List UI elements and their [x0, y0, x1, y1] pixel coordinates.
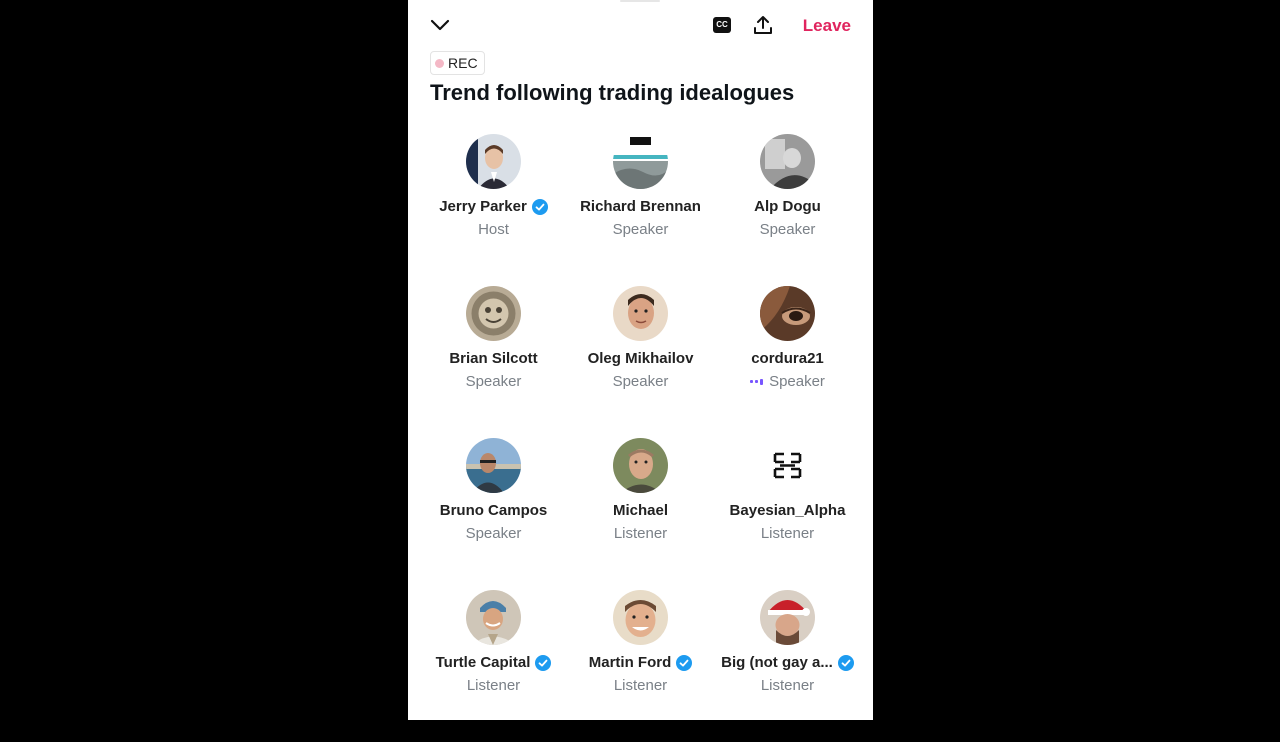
participant-card[interactable]: Richard Brennan Speaker	[567, 134, 714, 286]
participant-card[interactable]: Big (not gay a... Listener	[714, 590, 861, 742]
verified-badge-icon	[676, 654, 693, 671]
share-icon[interactable]	[752, 14, 774, 36]
participant-name: Michael	[612, 502, 669, 519]
avatar[interactable]	[466, 286, 521, 341]
speaking-indicator-icon	[750, 378, 764, 385]
verified-badge-icon	[837, 654, 854, 671]
participant-name: cordura21	[751, 350, 824, 367]
top-bar: CC Leave	[408, 0, 873, 52]
participant-role: Listener	[613, 677, 668, 694]
participant-role: Listener	[466, 677, 521, 694]
avatar[interactable]	[466, 590, 521, 645]
participant-role: Listener	[760, 677, 815, 694]
participant-name: Alp Dogu	[754, 198, 821, 215]
avatar[interactable]	[613, 438, 668, 493]
participant-name: Martin Ford	[588, 654, 672, 671]
participant-name: Big (not gay a...	[721, 654, 833, 671]
avatar[interactable]	[760, 590, 815, 645]
space-title: Trend following trading idealogues	[430, 80, 795, 105]
participant-name: Bruno Campos	[439, 502, 548, 519]
rec-badge: REC	[430, 51, 485, 75]
participant-role: Listener	[760, 525, 815, 542]
participant-role: Host	[478, 221, 509, 238]
participant-card[interactable]: Bruno Campos Speaker	[420, 438, 567, 590]
avatar[interactable]	[760, 286, 815, 341]
participant-name: Richard Brennan	[580, 198, 701, 215]
avatar[interactable]	[613, 286, 668, 341]
avatar[interactable]	[760, 438, 815, 493]
avatar[interactable]	[466, 438, 521, 493]
participant-card[interactable]: Bayesian_Alpha Listener	[714, 438, 861, 590]
chevron-down-icon[interactable]	[429, 14, 451, 36]
participant-grid: Jerry Parker Host Richard Brennan Speake…	[420, 134, 861, 742]
participant-card[interactable]: Michael Listener	[567, 438, 714, 590]
participant-card[interactable]: Martin Ford Listener	[567, 590, 714, 742]
avatar[interactable]	[613, 590, 668, 645]
participant-role: Speaker	[465, 525, 522, 542]
participant-card[interactable]: Brian Silcott Speaker	[420, 286, 567, 438]
participant-role: Speaker	[612, 221, 669, 238]
participant-role: Speaker	[612, 373, 669, 390]
participant-role: Speaker	[759, 221, 816, 238]
verified-badge-icon	[535, 654, 552, 671]
participant-role: Listener	[613, 525, 668, 542]
recording-dot-icon	[435, 58, 444, 68]
spaces-panel: CC Leave REC Trend following trading ide…	[408, 0, 873, 720]
participant-name: Brian Silcott	[449, 350, 538, 367]
participant-name: Bayesian_Alpha	[729, 502, 846, 519]
avatar[interactable]	[760, 134, 815, 189]
participant-card[interactable]: cordura21 Speaker	[714, 286, 861, 438]
participant-card[interactable]: Jerry Parker Host	[420, 134, 567, 286]
leave-button[interactable]: Leave	[803, 16, 851, 36]
participant-card[interactable]: Alp Dogu Speaker	[714, 134, 861, 286]
rec-label: REC	[448, 55, 478, 71]
participant-card[interactable]: Oleg Mikhailov Speaker	[567, 286, 714, 438]
verified-badge-icon	[531, 198, 548, 215]
captions-icon[interactable]: CC	[713, 17, 731, 33]
avatar[interactable]	[466, 134, 521, 189]
participant-role: Speaker	[465, 373, 522, 390]
participant-name: Oleg Mikhailov	[587, 350, 694, 367]
participant-role: Speaker	[769, 373, 825, 390]
avatar[interactable]	[613, 134, 668, 189]
participant-name: Turtle Capital	[435, 654, 531, 671]
participant-name: Jerry Parker	[439, 198, 527, 215]
participant-card[interactable]: Turtle Capital Listener	[420, 590, 567, 742]
